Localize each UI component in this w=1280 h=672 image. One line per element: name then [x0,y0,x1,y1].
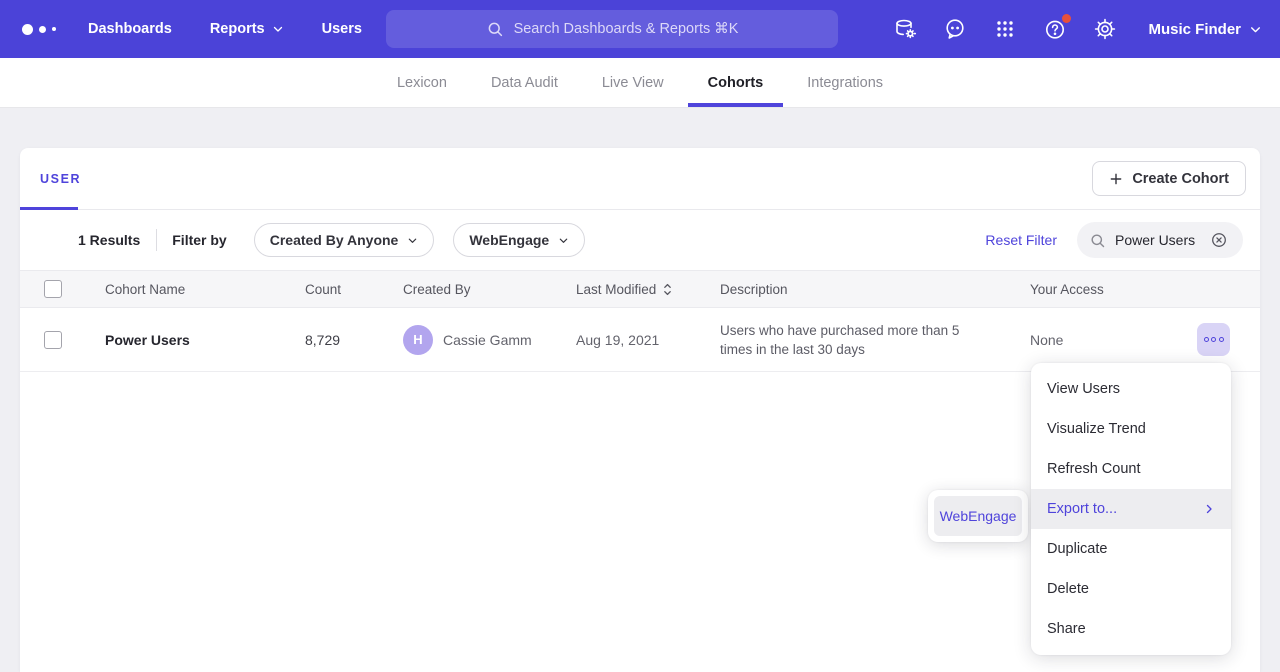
col-cohort-name: Cohort Name [105,282,305,297]
description-cell: Users who have purchased more than 5 tim… [720,321,1030,359]
nav-dashboards[interactable]: Dashboards [88,21,172,37]
menu-item-share[interactable]: Share [1031,609,1231,649]
primary-nav: Dashboards Reports Users [88,21,362,37]
menu-item-export-to[interactable]: Export to... [1031,489,1231,529]
chevron-down-icon [558,235,569,246]
global-search-placeholder: Search Dashboards & Reports ⌘K [514,21,739,37]
cohort-name-cell[interactable]: Power Users [105,332,305,348]
top-nav-bar: Dashboards Reports Users Search Dashboar… [0,0,1280,58]
divider [156,229,157,251]
tab-data-audit[interactable]: Data Audit [471,58,578,107]
select-all-checkbox[interactable] [44,280,62,298]
apps-grid-icon[interactable] [992,16,1018,42]
search-icon [486,20,504,38]
access-cell: None [1030,332,1140,348]
integration-filter-dropdown[interactable]: WebEngage [453,223,585,257]
filter-bar: 1 Results Filter by Created By Anyone We… [20,210,1260,270]
cohort-search-field [1077,222,1243,258]
col-count: Count [305,282,403,297]
project-name: Music Finder [1148,21,1241,38]
chevron-right-icon [1203,503,1215,515]
filter-by-label: Filter by [172,232,226,248]
row-actions-context-menu: View Users Visualize Trend Refresh Count… [1031,363,1231,655]
topbar-actions: Music Finder [892,0,1262,58]
submenu-item-webengage[interactable]: WebEngage [934,496,1022,536]
project-switcher[interactable]: Music Finder [1148,21,1262,38]
app-logo[interactable] [22,24,68,35]
plus-icon [1109,172,1123,186]
nav-reports[interactable]: Reports [210,21,284,37]
cohort-search-input[interactable] [1115,232,1201,248]
feedback-icon[interactable] [942,16,968,42]
menu-item-delete[interactable]: Delete [1031,569,1231,609]
chevron-down-icon [407,235,418,246]
count-cell: 8,729 [305,332,403,348]
created-by-dropdown[interactable]: Created By Anyone [254,223,435,257]
sort-icon [663,283,672,296]
table-header-row: Cohort Name Count Created By Last Modifi… [20,270,1260,308]
export-submenu: WebEngage [928,490,1028,542]
search-icon [1089,232,1106,249]
menu-item-duplicate[interactable]: Duplicate [1031,529,1231,569]
last-modified-cell: Aug 19, 2021 [576,332,720,348]
tab-live-view[interactable]: Live View [582,58,684,107]
section-tab-bar: Lexicon Data Audit Live View Cohorts Int… [0,58,1280,108]
row-actions-menu-button[interactable] [1197,323,1230,356]
global-search-bar[interactable]: Search Dashboards & Reports ⌘K [386,10,838,48]
created-by-cell: H Cassie Gamm [403,325,576,355]
filter-right-group: Reset Filter [985,222,1243,258]
menu-item-view-users[interactable]: View Users [1031,369,1231,409]
reset-filter-link[interactable]: Reset Filter [985,232,1057,248]
data-management-icon[interactable] [892,16,918,42]
help-icon[interactable] [1042,16,1068,42]
col-created-by: Created By [403,282,576,297]
col-description: Description [720,282,1030,297]
clear-search-icon[interactable] [1210,231,1228,249]
nav-users[interactable]: Users [322,21,362,37]
avatar: H [403,325,433,355]
col-last-modified[interactable]: Last Modified [576,282,720,297]
tab-lexicon[interactable]: Lexicon [377,58,467,107]
tab-integrations[interactable]: Integrations [787,58,903,107]
create-cohort-button[interactable]: Create Cohort [1092,161,1246,196]
tab-cohorts[interactable]: Cohorts [688,58,784,107]
notification-dot [1062,14,1071,23]
created-by-name: Cassie Gamm [443,332,532,348]
menu-item-visualize-trend[interactable]: Visualize Trend [1031,409,1231,449]
panel-header: USER Create Cohort [20,148,1260,210]
menu-item-refresh-count[interactable]: Refresh Count [1031,449,1231,489]
results-count: 1 Results [78,232,140,248]
row-checkbox[interactable] [44,331,62,349]
settings-icon[interactable] [1092,16,1118,42]
chevron-down-icon [1249,23,1262,36]
col-your-access: Your Access [1030,282,1140,297]
user-section-tab[interactable]: USER [20,148,101,209]
chevron-down-icon [272,23,284,35]
